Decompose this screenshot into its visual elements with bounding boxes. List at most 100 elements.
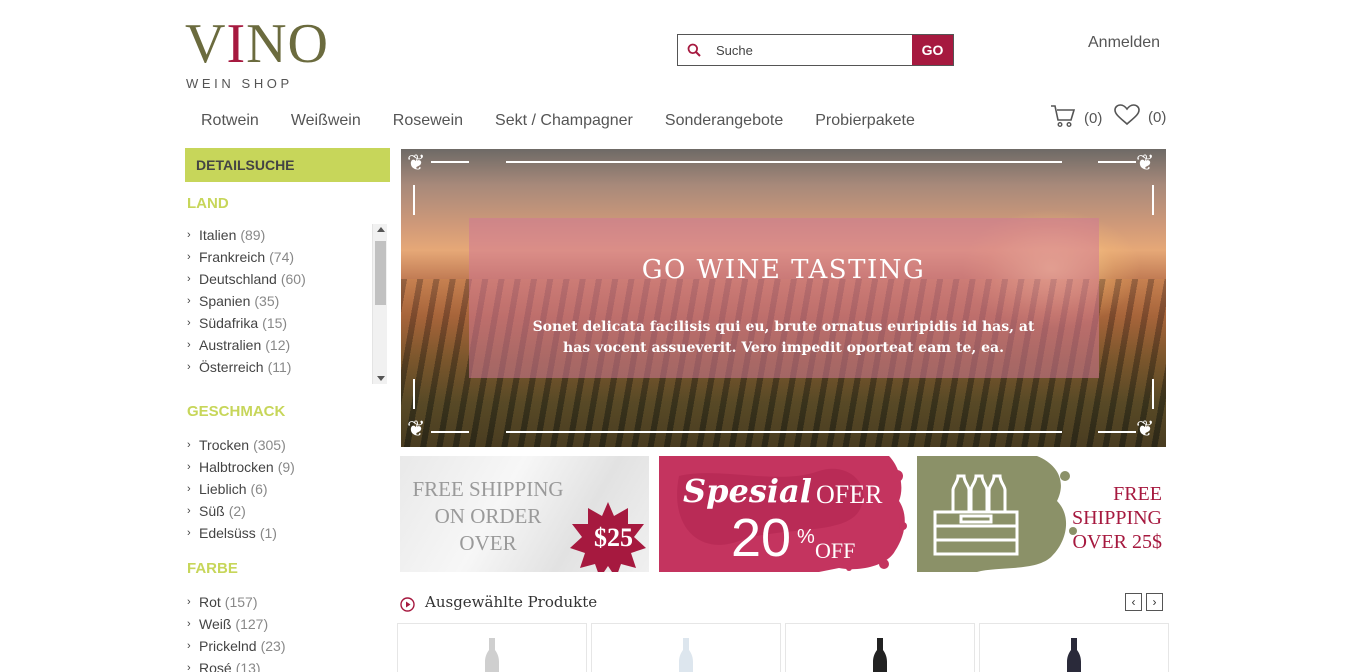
filter-item[interactable]: › Deutschland (60)	[185, 268, 390, 290]
chevron-right-icon: ›	[187, 439, 191, 451]
filter-item[interactable]: › Rot (157)	[185, 591, 390, 613]
promo2-percent: 20	[731, 508, 792, 568]
filter-title-geschmack: GESCHMACK	[187, 403, 286, 420]
logo-tagline: WEIN SHOP	[186, 76, 293, 91]
chevron-right-icon: ›	[187, 339, 191, 351]
wine-box-icon	[933, 474, 1019, 556]
product-card[interactable]	[591, 623, 781, 672]
filter-item[interactable]: › Prickelnd (23)	[185, 635, 390, 657]
filter-item[interactable]: › Frankreich (74)	[185, 246, 390, 268]
filter-item[interactable]: › Rosé (13)	[185, 657, 390, 672]
bottle-image	[1067, 638, 1081, 672]
hero-frame-line	[1098, 431, 1136, 433]
chevron-right-icon: ›	[187, 640, 191, 652]
hero-frame-line	[1152, 185, 1154, 215]
geschmack-filter-list: › Trocken (305) › Halbtrocken (9) › Lieblich(…	[185, 434, 390, 544]
site-logo[interactable]: VINO WEIN SHOP	[185, 14, 335, 94]
promo3-text: FREE SHIPPING OVER 25$	[1071, 483, 1162, 553]
bottle-image	[873, 638, 887, 672]
nav-item-rosewein[interactable]: Rosewein	[377, 110, 479, 132]
filter-item[interactable]: › Süß (2)	[185, 500, 390, 522]
promo2-off: OFF	[815, 538, 856, 563]
detail-search-header: DETAILSUCHE	[185, 148, 390, 182]
ornament-icon: ❦	[407, 151, 426, 176]
search-bar: GO	[677, 34, 954, 66]
search-icon	[678, 35, 710, 65]
scroll-down-arrow-icon[interactable]	[377, 376, 385, 381]
filter-item[interactable]: › Österreich (11)	[185, 356, 390, 378]
chevron-right-icon: ›	[187, 295, 191, 307]
nav-item-probierpakete[interactable]: Probierpakete	[799, 110, 931, 132]
promo-free-shipping-25[interactable]: FREE SHIPPING ON ORDER OVER $25	[400, 456, 649, 572]
logo-wordmark: VINO	[185, 13, 329, 75]
filter-item[interactable]: › Australien (12)	[185, 334, 390, 356]
promo2-script: Spesial	[683, 472, 812, 510]
product-card[interactable]	[979, 623, 1169, 672]
chevron-right-icon: ›	[187, 361, 191, 373]
scroll-up-arrow-icon[interactable]	[377, 227, 385, 232]
hero-frame-line	[1152, 379, 1154, 409]
hero-banner[interactable]: ❦ ❦ ❦ ❦ GO WINE TASTING Sonet delicata f…	[401, 149, 1166, 447]
filter-item[interactable]: › Weiß (127)	[185, 613, 390, 635]
farbe-filter-list: › Rot (157) › Weiß (127) › Prickelnd (23) › Ros…	[185, 591, 390, 672]
promo2-ofer: OFER	[816, 480, 883, 509]
product-card[interactable]	[785, 623, 975, 672]
filter-item[interactable]: › Trocken (305)	[185, 434, 390, 456]
hero-frame-line	[431, 161, 469, 163]
chevron-right-icon: ›	[187, 229, 191, 241]
product-card[interactable]	[397, 623, 587, 672]
chevron-right-icon: ›	[187, 527, 191, 539]
ornament-icon: ❦	[407, 417, 426, 442]
chevron-right-icon: ›	[187, 505, 191, 517]
filter-item[interactable]: › Italien (89)	[185, 224, 390, 246]
hero-frame-line	[413, 185, 415, 215]
land-scrollbar[interactable]	[372, 224, 387, 384]
nav-item-weisswein[interactable]: Weißwein	[275, 110, 377, 132]
cart-icon	[1050, 104, 1076, 133]
carousel-next-button[interactable]: ›	[1146, 593, 1163, 611]
bottle-image	[679, 638, 693, 672]
ornament-icon: ❦	[1136, 417, 1155, 442]
chevron-right-icon: ›	[187, 662, 191, 672]
bottle-image	[485, 638, 499, 672]
hero-title: GO WINE TASTING	[641, 255, 926, 285]
hero-frame-line	[413, 379, 415, 409]
nav-item-sonderangebote[interactable]: Sonderangebote	[649, 110, 799, 132]
hero-text: Sonet delicata facilisis qui eu, brute o…	[532, 319, 1035, 356]
promo2-pct-sign: %	[797, 526, 815, 548]
cart-button[interactable]: (0)	[1050, 104, 1102, 133]
hero-frame-line	[506, 431, 1062, 433]
nav-item-sekt[interactable]: Sekt / Champagner	[479, 110, 649, 132]
filter-item[interactable]: › Halbtrocken (9)	[185, 456, 390, 478]
chevron-right-icon: ›	[187, 596, 191, 608]
featured-products-title: Ausgewählte Produkte	[425, 593, 598, 611]
filter-item[interactable]: › Lieblich (6)	[185, 478, 390, 500]
scroll-thumb[interactable]	[375, 241, 386, 305]
login-link[interactable]: Anmelden	[1088, 34, 1160, 52]
wishlist-button[interactable]: (0)	[1114, 104, 1166, 131]
land-filter-list: › Italien (89) › Frankreich (74) › Deutschlan…	[185, 224, 390, 384]
chevron-left-icon: ‹	[1131, 595, 1136, 609]
chevron-right-icon: ›	[187, 251, 191, 263]
chevron-right-icon: ›	[187, 483, 191, 495]
filter-item[interactable]: › Spanien (35)	[185, 290, 390, 312]
promo1-text: FREE SHIPPING ON ORDER OVER	[412, 477, 564, 555]
filter-item[interactable]: › Edelsüss (1)	[185, 522, 390, 544]
promo-free-shipping-box[interactable]: FREE SHIPPING OVER 25$	[917, 456, 1166, 572]
promo1-price: $25	[594, 523, 633, 552]
search-input[interactable]	[710, 35, 912, 65]
cart-count: (0)	[1084, 110, 1103, 127]
filter-title-land: LAND	[187, 195, 229, 212]
search-go-button[interactable]: GO	[912, 35, 953, 65]
filter-item[interactable]: › Südafrika (15)	[185, 312, 390, 334]
carousel-prev-button[interactable]: ‹	[1125, 593, 1142, 611]
chevron-right-icon: ›	[1152, 595, 1157, 609]
chevron-right-icon: ›	[187, 317, 191, 329]
chevron-right-icon: ›	[187, 273, 191, 285]
heart-icon	[1114, 104, 1140, 131]
chevron-right-icon: ›	[187, 461, 191, 473]
wishlist-count: (0)	[1148, 109, 1167, 126]
promo-special-offer-20[interactable]: Spesial OFER 20 % OFF	[659, 456, 908, 572]
filter-title-farbe: FARBE	[187, 560, 238, 577]
nav-item-rotwein[interactable]: Rotwein	[185, 110, 275, 132]
